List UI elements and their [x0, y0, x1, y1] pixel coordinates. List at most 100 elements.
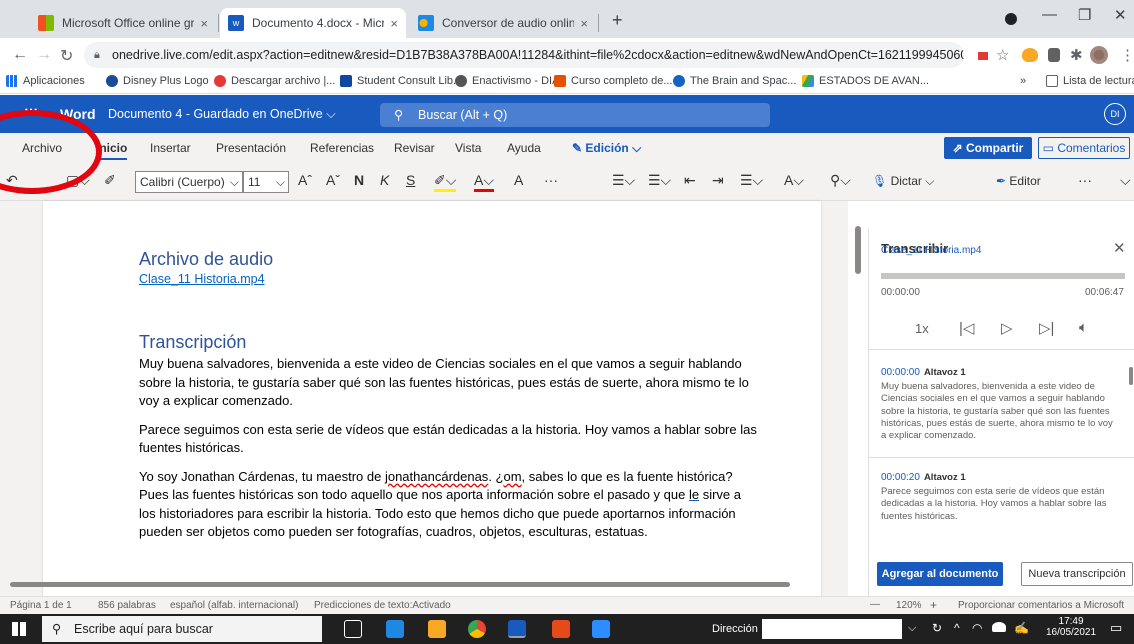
bookmark-download[interactable]: Descargar archivo |...	[214, 75, 335, 87]
align-icon[interactable]: ☰⌵	[740, 172, 763, 189]
grammar-flag-word[interactable]: le	[689, 487, 699, 502]
document-body[interactable]: Archivo de audio Clase_11 Historia.mp4 T…	[139, 249, 759, 552]
new-transcription-button[interactable]: Nueva transcripción	[1021, 562, 1133, 586]
play-icon[interactable]: ▷	[1001, 319, 1013, 337]
transcript-segment[interactable]: 00:00:20 Altavoz 1 Parece seguimos con es…	[881, 472, 1117, 523]
tab-word-document[interactable]: w Documento 4.docx - Microsoft W ×	[220, 8, 406, 38]
tab-audio-converter[interactable]: Conversor de audio online - Conv ×	[410, 8, 596, 38]
tab-insertar[interactable]: Insertar	[150, 141, 191, 155]
italic-button[interactable]: K	[380, 172, 389, 188]
reload-icon[interactable]: ↻	[60, 46, 73, 66]
more-bookmarks-button[interactable]: »	[1020, 75, 1026, 87]
zoom-app-icon[interactable]	[592, 620, 610, 638]
network-icon[interactable]: ◠	[972, 621, 982, 635]
language-indicator[interactable]: español (alfab. internacional)	[170, 600, 298, 611]
bookmark-apps[interactable]: Aplicaciones	[6, 75, 85, 87]
highlight-icon[interactable]: ✐⌵	[434, 172, 457, 192]
segment-speaker[interactable]: Altavoz 1	[924, 472, 966, 483]
extensions-puzzle-icon[interactable]: ✱	[1070, 46, 1083, 64]
new-tab-button[interactable]: +	[612, 10, 623, 31]
share-button[interactable]: ⇗ Compartir	[944, 137, 1032, 159]
transcript-segment[interactable]: 00:00:00 Altavoz 1 Muy buena salvadores, …	[881, 367, 1117, 442]
clear-format-icon[interactable]: A	[514, 172, 523, 188]
tab-revisar[interactable]: Revisar	[394, 141, 435, 155]
font-size-select[interactable]: 11 ⌵	[243, 171, 289, 193]
find-icon[interactable]: ⚲⌵	[830, 172, 851, 189]
word-taskbar-icon[interactable]	[508, 620, 526, 638]
office-taskbar-icon[interactable]	[552, 620, 570, 638]
text-predictions-status[interactable]: Predicciones de texto:Activado	[314, 600, 451, 611]
misspelled-word[interactable]: jonathancárdenas	[385, 469, 488, 484]
tab-vista[interactable]: Vista	[455, 141, 481, 155]
increase-indent-icon[interactable]: ⇥	[712, 172, 724, 189]
underline-button[interactable]: S	[406, 172, 415, 188]
format-painter-icon[interactable]: ✐	[104, 172, 116, 189]
taskbar-search[interactable]: ⚲ Escribe aquí para buscar	[42, 616, 322, 642]
tab-presentacion[interactable]: Presentación	[216, 141, 286, 155]
more-font-options-button[interactable]: ···	[544, 172, 558, 188]
profile-dot-icon[interactable]	[1005, 13, 1017, 25]
task-view-icon[interactable]	[344, 620, 362, 638]
tab-office-online[interactable]: Microsoft Office online gratuito, | ×	[30, 8, 216, 38]
close-tab-icon[interactable]: ×	[580, 16, 588, 31]
bookmark-curso[interactable]: Curso completo de...	[554, 75, 673, 87]
chevron-up-icon[interactable]: ^	[954, 621, 960, 635]
styles-icon[interactable]: A⌵	[784, 172, 804, 189]
tab-referencias[interactable]: Referencias	[310, 141, 374, 155]
playback-progress[interactable]	[881, 273, 1125, 279]
document-vertical-scrollbar[interactable]	[855, 226, 861, 274]
word-count[interactable]: 856 palabras	[98, 600, 156, 611]
volume-icon[interactable]: 🔈︎	[1079, 319, 1088, 336]
add-to-document-button[interactable]: Agregar al documento ⌵	[877, 562, 1003, 604]
misspelled-word[interactable]: om	[503, 469, 521, 484]
bookmark-estados[interactable]: ESTADOS DE AVAN...	[802, 75, 929, 87]
bookmark-star-icon[interactable]: ☆	[996, 46, 1009, 64]
audio-file-link[interactable]: Clase_11 Historia.mp4	[139, 272, 759, 286]
horizontal-scrollbar[interactable]	[10, 582, 790, 587]
forward-icon[interactable]: ▷|	[1039, 319, 1054, 337]
windows-start-icon[interactable]	[12, 622, 26, 636]
dictate-button[interactable]: 🎙︎ Dictar ⌵	[872, 174, 934, 189]
extension-duck-icon[interactable]	[1022, 48, 1038, 62]
search-box[interactable]: ⚲ Buscar (Alt + Q)	[380, 103, 770, 127]
font-name-select[interactable]: Calibri (Cuerpo) ⌵	[135, 171, 243, 193]
bold-button[interactable]: N	[354, 172, 364, 188]
segment-speaker[interactable]: Altavoz 1	[924, 367, 966, 378]
extension-tool-icon[interactable]	[1048, 48, 1060, 62]
user-avatar[interactable]: DI	[1104, 103, 1126, 125]
bullets-icon[interactable]: ☰⌵	[612, 172, 635, 189]
browser-menu-icon[interactable]: ⋮	[1120, 46, 1134, 64]
back-arrow-icon[interactable]: ←	[12, 46, 28, 64]
rewind-icon[interactable]: |◁	[959, 319, 974, 337]
edit-mode-button[interactable]: ✎ Edición ⌵	[572, 141, 641, 156]
restore-button[interactable]: ❐	[1078, 6, 1091, 24]
editor-button[interactable]: ✒ Editor	[996, 174, 1041, 188]
minimize-button[interactable]: —	[1042, 6, 1057, 23]
more-ribbon-button[interactable]: ···	[1078, 172, 1092, 188]
zoom-in-button[interactable]: +	[930, 598, 937, 612]
close-window-button[interactable]: ✕	[1114, 6, 1127, 24]
segment-time[interactable]: 00:00:00	[881, 367, 920, 378]
refresh-icon[interactable]: ↻	[932, 621, 942, 635]
shrink-font-icon[interactable]: Aˇ	[326, 172, 340, 188]
forward-arrow-icon[interactable]: →	[36, 46, 52, 64]
document-page[interactable]: Archivo de audio Clase_11 Historia.mp4 T…	[43, 201, 821, 596]
bookmark-disney[interactable]: Disney Plus Logo	[106, 75, 209, 87]
segment-time[interactable]: 00:00:20	[881, 472, 920, 483]
reading-list-button[interactable]: Lista de lectura	[1046, 75, 1134, 87]
bookmark-enactivismo[interactable]: Enactivismo - DIA	[455, 75, 559, 87]
collapse-ribbon-icon[interactable]: ⌵	[1120, 172, 1131, 189]
url-field[interactable]: 🔒︎ onedrive.live.com/edit.aspx?action=ed…	[84, 42, 964, 68]
bookmark-student-consult[interactable]: Student Consult Lib...	[340, 75, 462, 87]
decrease-indent-icon[interactable]: ⇤	[684, 172, 696, 189]
clock[interactable]: 17:49 16/05/2021	[1046, 616, 1096, 638]
font-color-icon[interactable]: A⌵	[474, 172, 494, 192]
calculator-icon[interactable]	[386, 620, 404, 638]
comments-button[interactable]: ▭ Comentarios	[1038, 137, 1130, 159]
extension-office-icon[interactable]	[978, 52, 988, 60]
zoom-level[interactable]: 120%	[896, 600, 922, 611]
cloud-icon[interactable]	[992, 622, 1006, 632]
profile-avatar[interactable]	[1090, 46, 1108, 64]
chevron-down-icon[interactable]: ⌵	[908, 622, 916, 635]
bookmark-brain[interactable]: The Brain and Spac...	[673, 75, 796, 87]
